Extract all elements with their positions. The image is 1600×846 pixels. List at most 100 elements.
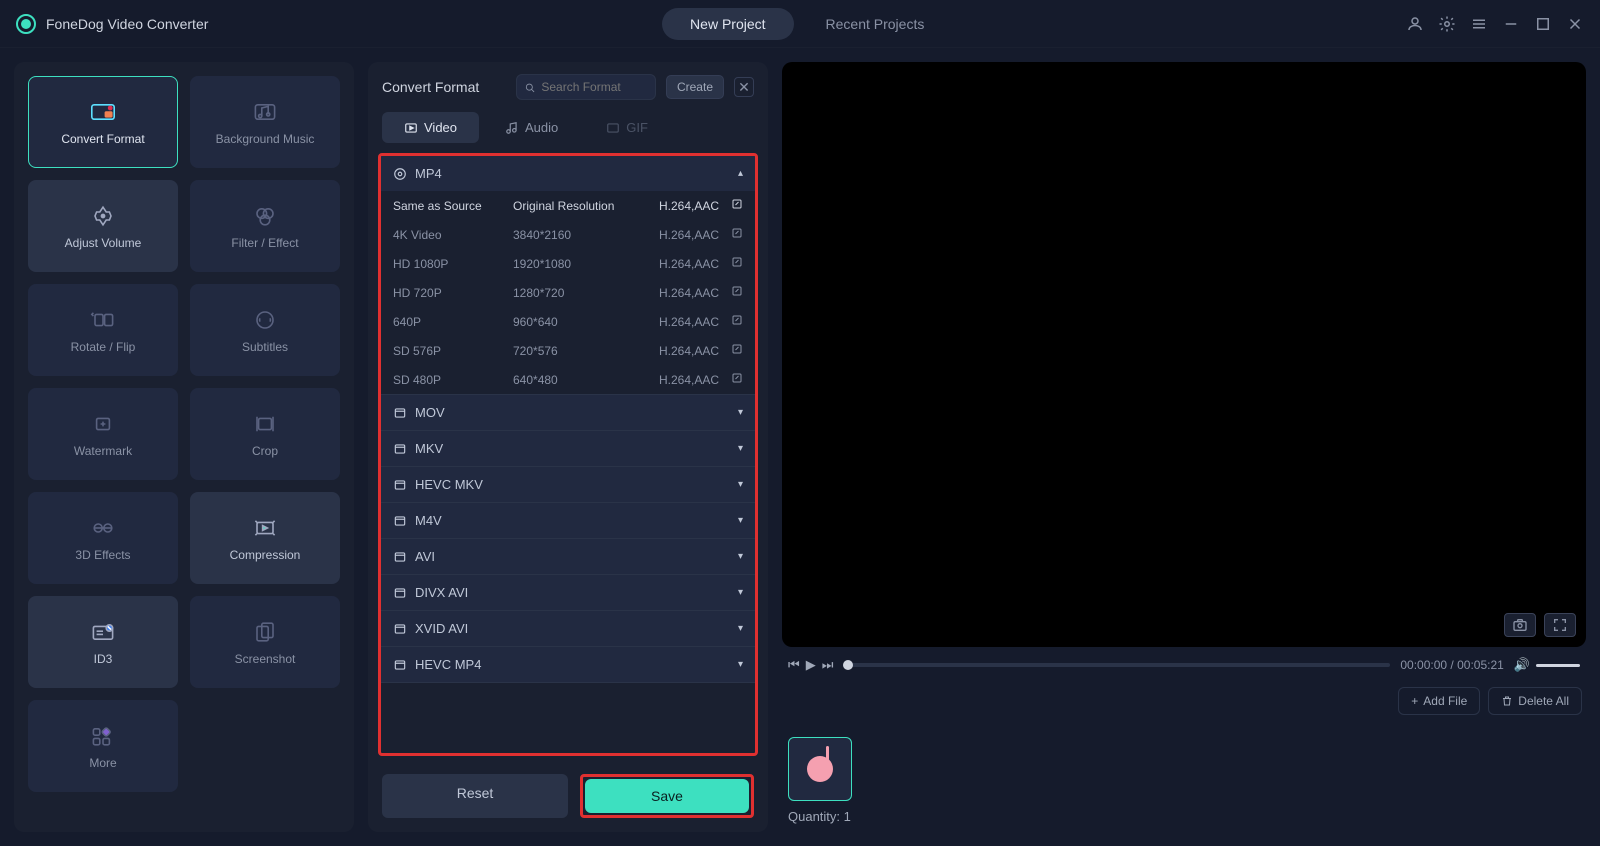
format-row[interactable]: 640P960*640H.264,AAC: [381, 307, 755, 336]
format-list[interactable]: MP4 ▴ Same as SourceOriginal ResolutionH…: [378, 153, 758, 756]
chevron-down-icon: ▾: [738, 659, 743, 670]
tool-label: Watermark: [74, 444, 132, 458]
format-group-label: HEVC MKV: [415, 477, 483, 492]
audio-icon: [505, 121, 519, 135]
format-row[interactable]: Same as SourceOriginal ResolutionH.264,A…: [381, 191, 755, 220]
account-icon[interactable]: [1406, 15, 1424, 33]
format-group-mp4[interactable]: MP4 ▴: [381, 156, 755, 191]
tool-label: Rotate / Flip: [71, 340, 136, 354]
format-name: SD 480P: [393, 373, 513, 387]
format-group-label: MP4: [415, 166, 442, 181]
minimize-icon[interactable]: [1502, 15, 1520, 33]
close-window-icon[interactable]: [1566, 15, 1584, 33]
tool-convert-format[interactable]: Convert Format: [28, 76, 178, 168]
tool-subtitles[interactable]: Subtitles: [190, 284, 340, 376]
tool-label: More: [89, 756, 116, 770]
volume-slider[interactable]: [1536, 664, 1580, 667]
format-group-label: M4V: [415, 513, 442, 528]
chevron-down-icon: ▾: [738, 587, 743, 598]
tab-video[interactable]: Video: [382, 112, 479, 143]
tool-adjust-volume[interactable]: Adjust Volume: [28, 180, 178, 272]
edit-icon[interactable]: [725, 198, 743, 213]
video-preview: [782, 62, 1586, 647]
format-group-hevc-mp4[interactable]: HEVC MP4▾: [381, 647, 755, 682]
format-codec: H.264,AAC: [649, 373, 719, 387]
reset-button[interactable]: Reset: [382, 774, 568, 818]
close-panel-button[interactable]: ✕: [734, 77, 754, 97]
format-name: Same as Source: [393, 199, 513, 213]
tool-id3[interactable]: ID3: [28, 596, 178, 688]
format-row[interactable]: HD 720P1280*720H.264,AAC: [381, 278, 755, 307]
film-icon: [393, 622, 407, 636]
format-group-xvid-avi[interactable]: XVID AVI▾: [381, 611, 755, 646]
time-display: 00:00:00 / 00:05:21: [1400, 658, 1503, 672]
tool-label: Crop: [252, 444, 278, 458]
film-icon: [393, 167, 407, 181]
tab-recent-projects[interactable]: Recent Projects: [798, 8, 953, 40]
player-controls: ⏮ ▶ ⏭ 00:00:00 / 00:05:21 🔊: [782, 657, 1586, 673]
format-codec: H.264,AAC: [649, 228, 719, 242]
chevron-down-icon: ▾: [738, 551, 743, 562]
format-name: 640P: [393, 315, 513, 329]
format-row[interactable]: SD 576P720*576H.264,AAC: [381, 336, 755, 365]
tool-icon: [249, 202, 281, 230]
format-group-avi[interactable]: AVI▾: [381, 539, 755, 574]
format-group-divx-avi[interactable]: DIVX AVI ▾: [381, 575, 755, 610]
volume-icon[interactable]: 🔊: [1514, 657, 1530, 673]
tool-watermark[interactable]: Watermark: [28, 388, 178, 480]
format-row[interactable]: HD 1080P1920*1080H.264,AAC: [381, 249, 755, 278]
add-file-button[interactable]: +Add File: [1398, 687, 1480, 715]
next-button[interactable]: ⏭: [822, 657, 834, 673]
tool-3d-effects[interactable]: 3D Effects: [28, 492, 178, 584]
prev-button[interactable]: ⏮: [788, 657, 800, 673]
format-group-label: DIVX AVI: [415, 585, 468, 600]
tool-label: ID3: [94, 652, 113, 666]
search-input[interactable]: [541, 80, 647, 94]
settings-icon[interactable]: [1438, 15, 1456, 33]
tab-new-project[interactable]: New Project: [662, 8, 793, 40]
snapshot-button[interactable]: [1504, 613, 1536, 637]
tab-audio[interactable]: Audio: [483, 112, 580, 143]
edit-icon[interactable]: [725, 285, 743, 300]
fullscreen-button[interactable]: [1544, 613, 1576, 637]
chevron-down-icon: ▾: [738, 479, 743, 490]
media-thumbnail[interactable]: [788, 737, 852, 801]
delete-all-button[interactable]: Delete All: [1488, 687, 1582, 715]
quantity-label: Quantity: 1: [788, 809, 1580, 824]
format-group-hevc-mkv[interactable]: HEVC MKV ▾: [381, 467, 755, 502]
music-note-icon: [807, 756, 833, 782]
play-button[interactable]: ▶: [806, 657, 816, 673]
create-button[interactable]: Create: [666, 75, 724, 99]
timeline-slider[interactable]: [843, 663, 1390, 667]
tool-label: Compression: [230, 548, 301, 562]
tool-compression[interactable]: Compression: [190, 492, 340, 584]
edit-icon[interactable]: [725, 227, 743, 242]
format-group-m4v[interactable]: M4V▾: [381, 503, 755, 538]
maximize-icon[interactable]: [1534, 15, 1552, 33]
format-group-mov[interactable]: MOV▾: [381, 395, 755, 430]
film-icon: [393, 514, 407, 528]
edit-icon[interactable]: [725, 343, 743, 358]
tab-gif[interactable]: GIF: [584, 112, 670, 143]
tool-icon: [87, 514, 119, 542]
tool-icon: [249, 306, 281, 334]
tool-screenshot[interactable]: Screenshot: [190, 596, 340, 688]
tool-more[interactable]: More: [28, 700, 178, 792]
format-row[interactable]: 4K Video3840*2160H.264,AAC: [381, 220, 755, 249]
format-name: SD 576P: [393, 344, 513, 358]
tool-crop[interactable]: Crop: [190, 388, 340, 480]
format-name: 4K Video: [393, 228, 513, 242]
app-title: FoneDog Video Converter: [46, 16, 208, 32]
edit-icon[interactable]: [725, 256, 743, 271]
tool-rotate-flip[interactable]: Rotate / Flip: [28, 284, 178, 376]
tool-filter-effect[interactable]: Filter / Effect: [190, 180, 340, 272]
edit-icon[interactable]: [725, 372, 743, 387]
tool-background-music[interactable]: Background Music: [190, 76, 340, 168]
search-format-box[interactable]: [516, 74, 656, 100]
menu-icon[interactable]: [1470, 15, 1488, 33]
format-group-mkv[interactable]: MKV▾: [381, 431, 755, 466]
tool-icon: [249, 514, 281, 542]
save-button[interactable]: Save: [585, 779, 749, 813]
edit-icon[interactable]: [725, 314, 743, 329]
format-row[interactable]: SD 480P640*480H.264,AAC: [381, 365, 755, 394]
